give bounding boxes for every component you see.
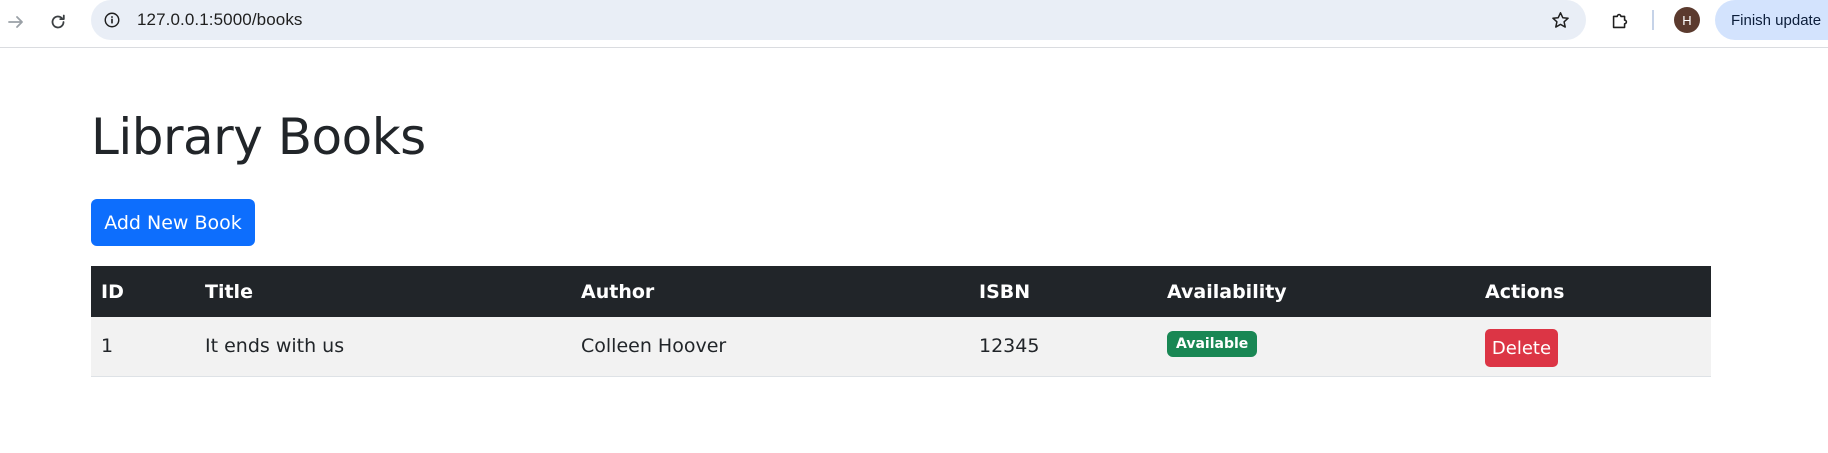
cell-id: 1 [91, 317, 195, 377]
cell-actions: Delete [1475, 317, 1711, 377]
cell-author: Colleen Hoover [571, 317, 969, 377]
extensions-puzzle-icon[interactable] [1606, 7, 1634, 35]
cell-availability: Available [1157, 317, 1475, 377]
address-bar[interactable]: 127.0.0.1:5000/books [91, 0, 1586, 40]
toolbar-separator [1652, 10, 1654, 30]
url-text[interactable]: 127.0.0.1:5000/books [137, 10, 303, 30]
page-title: Library Books [91, 108, 426, 166]
column-header-title: Title [195, 266, 571, 317]
cell-title: It ends with us [195, 317, 571, 377]
table-header-row: ID Title Author ISBN Availability Action… [91, 266, 1711, 317]
column-header-id: ID [91, 266, 195, 317]
column-header-isbn: ISBN [969, 266, 1157, 317]
finish-update-button[interactable]: Finish update [1715, 0, 1828, 40]
forward-arrow-icon[interactable] [0, 6, 32, 38]
bookmark-star-icon[interactable] [1548, 8, 1572, 32]
cell-isbn: 12345 [969, 317, 1157, 377]
column-header-author: Author [571, 266, 969, 317]
browser-toolbar: 127.0.0.1:5000/books H Finish update [0, 0, 1828, 48]
table-row: 1 It ends with us Colleen Hoover 12345 A… [91, 317, 1711, 377]
profile-avatar[interactable]: H [1674, 7, 1700, 33]
delete-button[interactable]: Delete [1485, 329, 1558, 368]
site-info-icon[interactable] [101, 9, 123, 31]
column-header-availability: Availability [1157, 266, 1475, 317]
reload-icon[interactable] [42, 6, 74, 38]
availability-badge: Available [1167, 331, 1258, 358]
add-new-book-button[interactable]: Add New Book [91, 199, 255, 246]
books-table: ID Title Author ISBN Availability Action… [91, 266, 1711, 377]
column-header-actions: Actions [1475, 266, 1711, 317]
